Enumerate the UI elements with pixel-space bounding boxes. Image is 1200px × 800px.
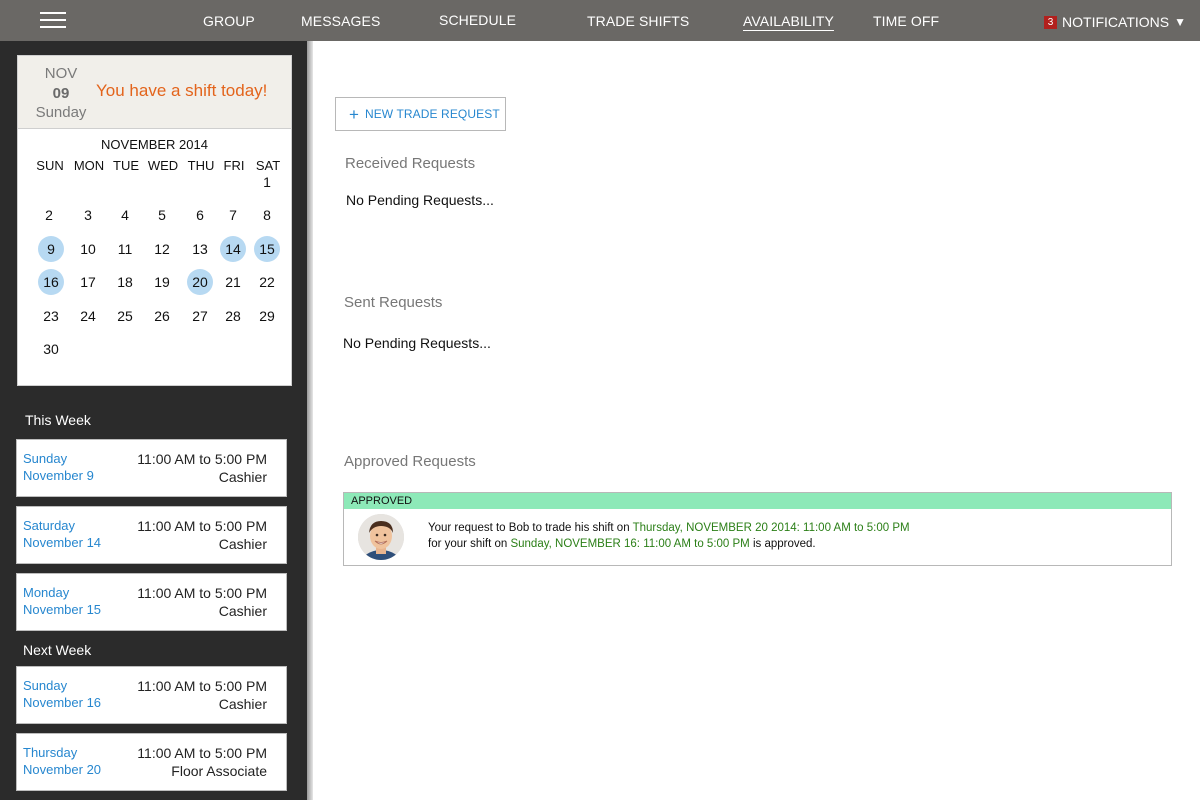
nav-schedule[interactable]: SCHEDULE — [439, 12, 516, 28]
shift-time: 11:00 AM to 5:00 PM — [137, 678, 267, 694]
calendar-day[interactable]: 16 — [38, 269, 64, 295]
approved-message-line-1: Your request to Bob to trade his shift o… — [428, 522, 910, 534]
shift-weekday: Monday — [23, 585, 70, 600]
today-month: NOV — [44, 65, 78, 82]
calendar-day[interactable]: 12 — [149, 236, 175, 262]
shift-card[interactable]: Saturday November 14 11:00 AM to 5:00 PM … — [16, 506, 287, 564]
shift-date: November 20 — [23, 762, 102, 777]
plus-icon: + — [349, 104, 359, 124]
month-calendar: NOVEMBER 2014 SUN MON TUE WED THU FRI SAT 1 2 3 4 5… — [17, 129, 292, 386]
shift-card[interactable]: Thursday November 20 11:00 AM to 5:00 PM … — [16, 733, 287, 791]
shift-today-message: You have a shift today! — [96, 81, 268, 100]
approved-status-badge: APPROVED — [344, 493, 1171, 509]
calendar-weekday-header: WED — [147, 158, 179, 173]
calendar-day[interactable]: 8 — [254, 202, 280, 228]
calendar-day[interactable]: 19 — [149, 269, 175, 295]
calendar-day[interactable]: 6 — [187, 202, 213, 228]
today-day: 09 — [52, 85, 70, 102]
approved-message-line-2: for your shift on Sunday, NOVEMBER 16: 1… — [428, 538, 816, 550]
calendar-day[interactable]: 29 — [254, 303, 280, 329]
shift-role: Cashier — [218, 469, 267, 485]
calendar-day[interactable]: 9 — [38, 236, 64, 262]
calendar-day[interactable]: 1 — [254, 169, 280, 195]
new-trade-request-button[interactable]: + NEW TRADE REQUEST — [335, 97, 506, 131]
calendar-day[interactable]: 2 — [36, 202, 62, 228]
shift-role: Cashier — [218, 536, 267, 552]
calendar-title: NOVEMBER 2014 — [101, 137, 208, 152]
received-requests-heading: Received Requests — [345, 155, 476, 172]
avatar — [358, 514, 404, 560]
approved-requests-heading: Approved Requests — [344, 453, 476, 470]
shift-weekday: Thursday — [23, 745, 78, 760]
calendar-day[interactable]: 20 — [187, 269, 213, 295]
calendar-weekday-header: SUN — [36, 158, 64, 173]
calendar-day[interactable]: 24 — [75, 303, 101, 329]
calendar-day[interactable]: 4 — [112, 202, 138, 228]
shift-date: November 9 — [23, 468, 94, 483]
shift-card[interactable]: Sunday November 9 11:00 AM to 5:00 PM Cas… — [16, 439, 287, 497]
shift-card[interactable]: Sunday November 16 11:00 AM to 5:00 PM Ca… — [16, 666, 287, 724]
calendar-day[interactable]: 27 — [187, 303, 213, 329]
calendar-day[interactable]: 30 — [38, 336, 64, 362]
calendar-day[interactable]: 5 — [149, 202, 175, 228]
new-trade-request-label: NEW TRADE REQUEST — [364, 107, 500, 121]
shift-date: November 15 — [23, 602, 102, 617]
today-weekday: Sunday — [35, 104, 87, 121]
calendar-day[interactable]: 14 — [220, 236, 246, 262]
nav-time-off[interactable]: TIME OFF — [873, 13, 939, 29]
calendar-day[interactable]: 7 — [220, 202, 246, 228]
shift-weekday: Sunday — [23, 678, 68, 693]
calendar-weekday-header: MON — [73, 158, 105, 173]
sent-requests-heading: Sent Requests — [344, 294, 443, 311]
approved-request-card: APPROVED Your request to Bob to trade hi… — [343, 492, 1172, 566]
shift-date: November 14 — [23, 535, 102, 550]
calendar-day[interactable]: 23 — [38, 303, 64, 329]
top-nav-bar: GROUP MESSAGES SCHEDULE TRADE SHIFTS AVA… — [0, 0, 1200, 41]
notification-count-badge: 3 — [1044, 15, 1058, 29]
shift-role: Cashier — [218, 603, 267, 619]
calendar-day[interactable]: 25 — [112, 303, 138, 329]
nav-availability[interactable]: AVAILABILITY — [743, 13, 834, 29]
nav-group[interactable]: GROUP — [203, 13, 255, 29]
received-requests-empty: No Pending Requests... — [346, 192, 494, 208]
calendar-day[interactable]: 3 — [75, 202, 101, 228]
caret-down-icon: ▼ — [1174, 15, 1186, 29]
calendar-weekday-header: TUE — [113, 158, 139, 173]
calendar-day[interactable]: 22 — [254, 269, 280, 295]
requested-shift-datetime: Thursday, NOVEMBER 20 2014: 11:00 AM to … — [632, 522, 910, 534]
shift-role: Floor Associate — [171, 763, 267, 779]
shift-weekday: Sunday — [23, 451, 68, 466]
nav-trade-shifts[interactable]: TRADE SHIFTS — [587, 13, 689, 29]
shift-time: 11:00 AM to 5:00 PM — [137, 518, 267, 534]
calendar-day[interactable]: 13 — [187, 236, 213, 262]
calendar-day[interactable]: 28 — [220, 303, 246, 329]
sent-requests-empty: No Pending Requests... — [343, 335, 491, 351]
shift-weekday: Saturday — [23, 518, 76, 533]
next-week-label: Next Week — [23, 642, 92, 658]
shift-date: November 16 — [23, 695, 102, 710]
calendar-day[interactable]: 21 — [220, 269, 246, 295]
calendar-day[interactable]: 10 — [75, 236, 101, 262]
shift-time: 11:00 AM to 5:00 PM — [137, 451, 267, 467]
shift-card[interactable]: Monday November 15 11:00 AM to 5:00 PM Ca… — [16, 573, 287, 631]
shift-time: 11:00 AM to 5:00 PM — [137, 585, 267, 601]
notifications-label: NOTIFICATIONS — [1062, 14, 1170, 30]
menu-icon[interactable] — [40, 11, 66, 29]
sidebar-divider — [307, 41, 313, 800]
shift-time: 11:00 AM to 5:00 PM — [137, 745, 267, 761]
this-week-label: This Week — [25, 412, 91, 428]
notifications-menu[interactable]: 3 NOTIFICATIONS ▼ — [1044, 14, 1186, 30]
calendar-day[interactable]: 17 — [75, 269, 101, 295]
calendar-day[interactable]: 26 — [149, 303, 175, 329]
calendar-day[interactable]: 18 — [112, 269, 138, 295]
shift-role: Cashier — [218, 696, 267, 712]
calendar-day[interactable]: 11 — [112, 236, 138, 262]
calendar-weekday-header: THU — [187, 158, 215, 173]
calendar-day[interactable]: 15 — [254, 236, 280, 262]
calendar-weekday-header: FRI — [223, 158, 245, 173]
nav-messages[interactable]: MESSAGES — [301, 13, 380, 29]
own-shift-datetime: Sunday, NOVEMBER 16: 11:00 AM to 5:00 PM — [510, 538, 750, 550]
today-shift-card: NOV 09 Sunday You have a shift today! — [17, 55, 292, 129]
